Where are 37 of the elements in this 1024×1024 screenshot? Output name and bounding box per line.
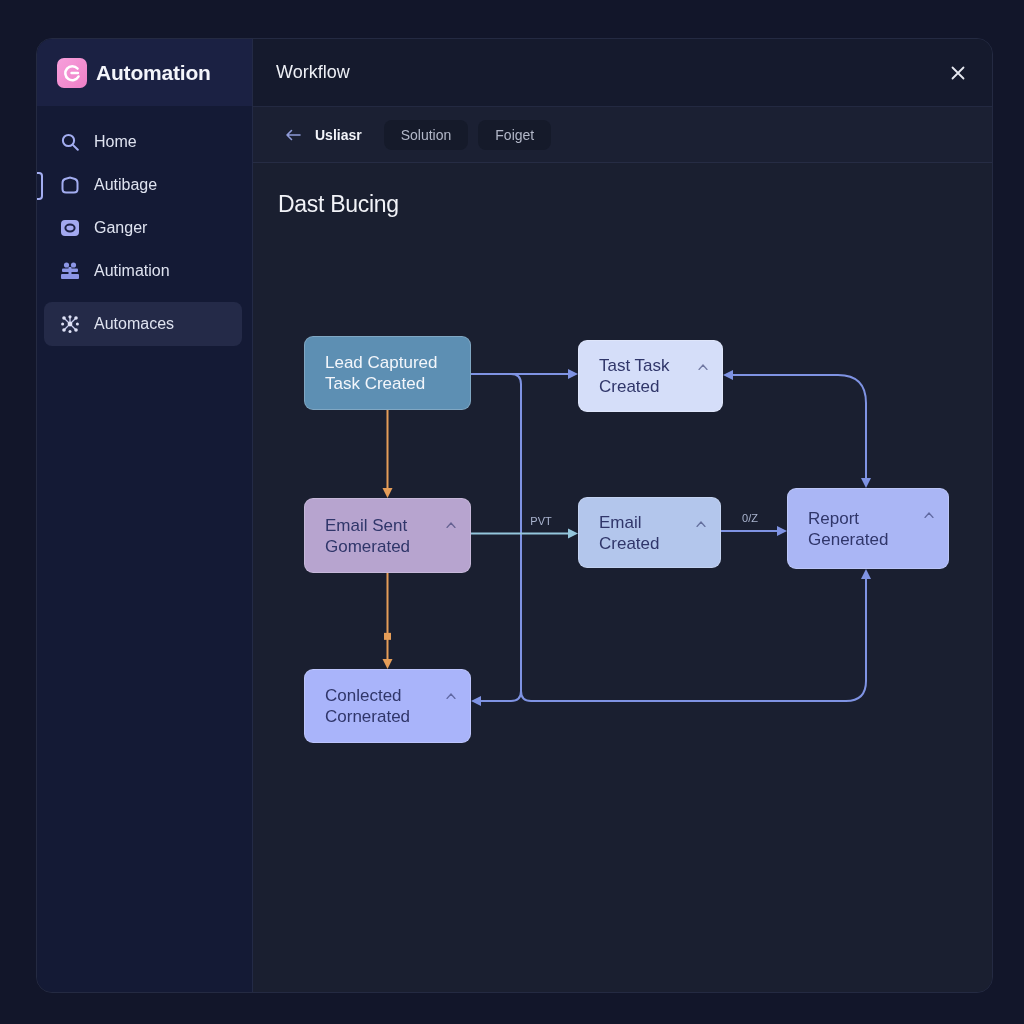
workflow-node[interactable]: Email Sent Gomerated <box>304 498 471 573</box>
node-title: Conlected <box>325 685 402 706</box>
workflow-node[interactable]: Report Generated <box>787 488 949 569</box>
node-subtitle: Task Created <box>325 373 426 394</box>
nav-item[interactable]: Ganger <box>37 206 252 249</box>
panel-title: Workflow <box>276 62 350 83</box>
node-subtitle: Generated <box>808 528 889 550</box>
connector-label: PVT <box>530 513 552 528</box>
app-name: Automation <box>96 60 211 85</box>
nav-item[interactable]: Autibage <box>37 163 252 206</box>
nav-item[interactable]: Automaces <box>44 302 242 346</box>
nav-item[interactable]: Home <box>37 120 252 163</box>
dots-cluster-icon <box>61 315 79 333</box>
handle-icon[interactable] <box>384 632 391 640</box>
node-title: Tast Task <box>599 355 670 376</box>
logo-icon <box>57 57 87 88</box>
people-icon <box>61 262 79 279</box>
node-title: Email <box>599 511 642 533</box>
close-icon <box>951 65 965 80</box>
node-title: Report <box>808 507 860 529</box>
node-title: Email Sent <box>325 514 408 536</box>
connector-label: 0/Z <box>742 511 758 525</box>
node-subtitle: Cornerated <box>325 706 411 727</box>
nav-item[interactable]: Autimation <box>37 249 252 292</box>
search-icon <box>61 132 79 151</box>
node-subtitle: Created <box>599 376 660 397</box>
workflow-node[interactable]: Conlected Cornerated <box>304 669 471 743</box>
tab[interactable]: Foiget <box>478 119 552 150</box>
tab[interactable]: Solution <box>383 119 469 150</box>
workflow-node[interactable]: Tast Task Created <box>578 340 723 412</box>
node-subtitle: Gomerated <box>325 535 411 557</box>
tab[interactable]: Usliasr <box>303 119 374 150</box>
page-heading: Dast Bucing <box>278 190 399 218</box>
arrow-left-icon <box>285 128 301 141</box>
node-subtitle: Created <box>599 532 660 554</box>
workflow-node[interactable]: Email Created <box>578 497 721 568</box>
node-title: Lead Captured <box>325 352 438 373</box>
